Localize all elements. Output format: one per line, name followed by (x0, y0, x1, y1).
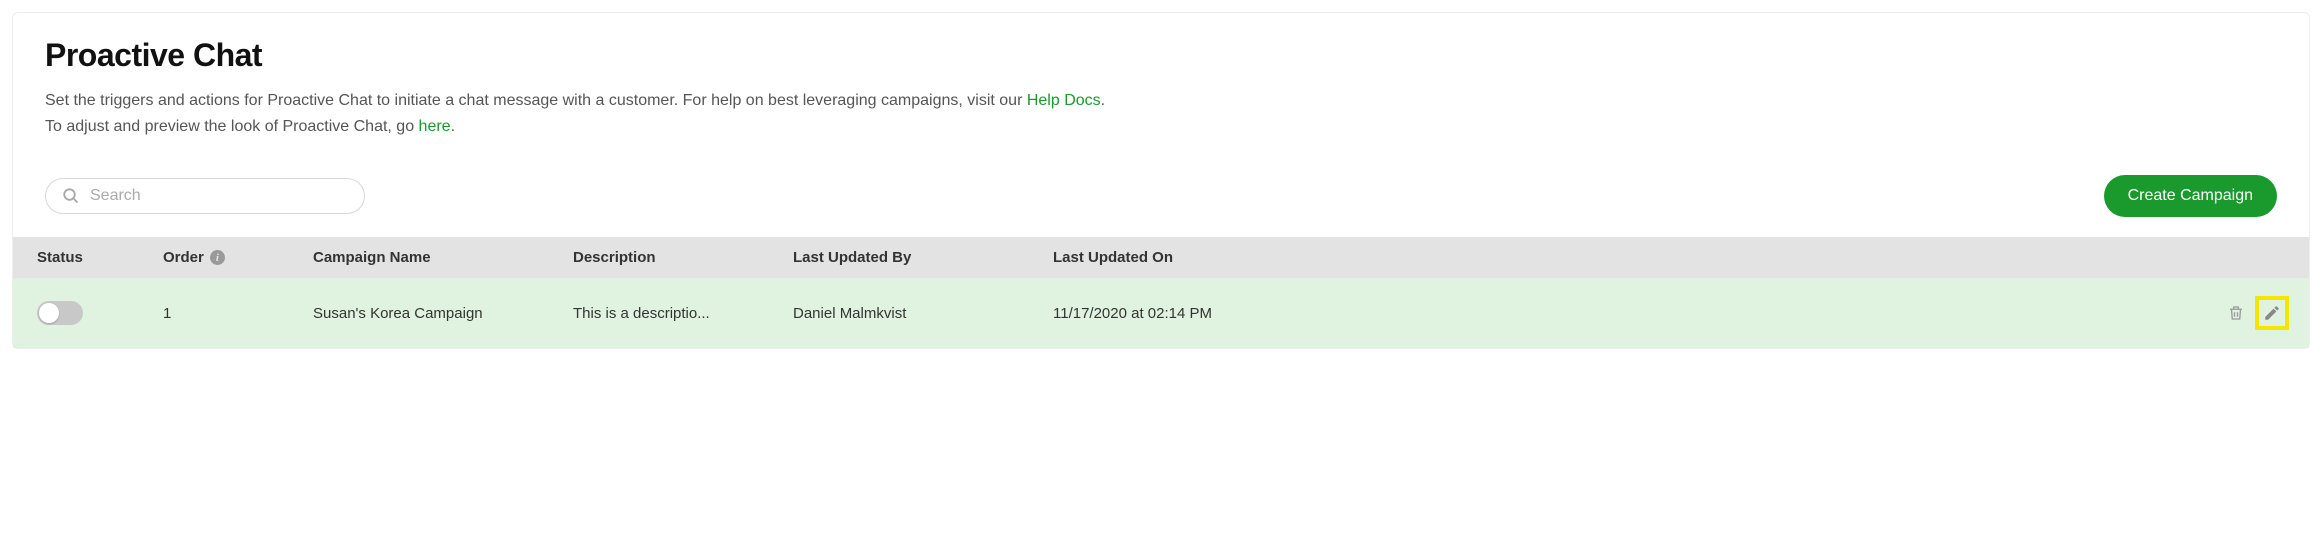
page-subtitle: Set the triggers and actions for Proacti… (45, 88, 2277, 139)
trash-icon[interactable] (2227, 303, 2245, 323)
edit-highlight (2255, 296, 2289, 330)
col-header-order-label: Order (163, 249, 204, 266)
cell-updated-by: Daniel Malmkvist (793, 305, 1053, 322)
pencil-icon[interactable] (2263, 304, 2281, 322)
page-container: Proactive Chat Set the triggers and acti… (12, 12, 2310, 349)
search-icon (62, 187, 80, 205)
page-title: Proactive Chat (45, 37, 2277, 74)
subtitle-text-3: To adjust and preview the look of Proact… (45, 118, 419, 135)
col-header-order: Order i (163, 249, 313, 266)
search-input[interactable] (90, 187, 348, 205)
col-header-description: Description (573, 249, 793, 266)
status-toggle[interactable] (37, 301, 83, 325)
col-header-updated-on: Last Updated On (1053, 249, 1353, 266)
cell-name: Susan's Korea Campaign (313, 305, 573, 322)
cell-status (33, 301, 163, 325)
create-campaign-button[interactable]: Create Campaign (2104, 175, 2277, 217)
subtitle-text-1: Set the triggers and actions for Proacti… (45, 92, 1027, 109)
cell-actions (1353, 296, 2289, 330)
cell-updated-on: 11/17/2020 at 02:14 PM (1053, 305, 1353, 322)
col-header-updated-by: Last Updated By (793, 249, 1053, 266)
header-section: Proactive Chat Set the triggers and acti… (13, 13, 2309, 155)
table-header-row: Status Order i Campaign Name Description… (13, 237, 2309, 278)
toolbar: Create Campaign (13, 155, 2309, 237)
search-container[interactable] (45, 178, 365, 214)
col-header-status: Status (33, 249, 163, 266)
subtitle-text-4: . (451, 118, 455, 135)
col-header-name: Campaign Name (313, 249, 573, 266)
info-icon[interactable]: i (210, 250, 225, 265)
table-row[interactable]: 1 Susan's Korea Campaign This is a descr… (13, 278, 2309, 348)
subtitle-text-2: . (1101, 92, 1105, 109)
cell-order: 1 (163, 305, 313, 322)
help-docs-link[interactable]: Help Docs (1027, 92, 1101, 109)
cell-description: This is a descriptio... (573, 305, 793, 322)
here-link[interactable]: here (419, 118, 451, 135)
